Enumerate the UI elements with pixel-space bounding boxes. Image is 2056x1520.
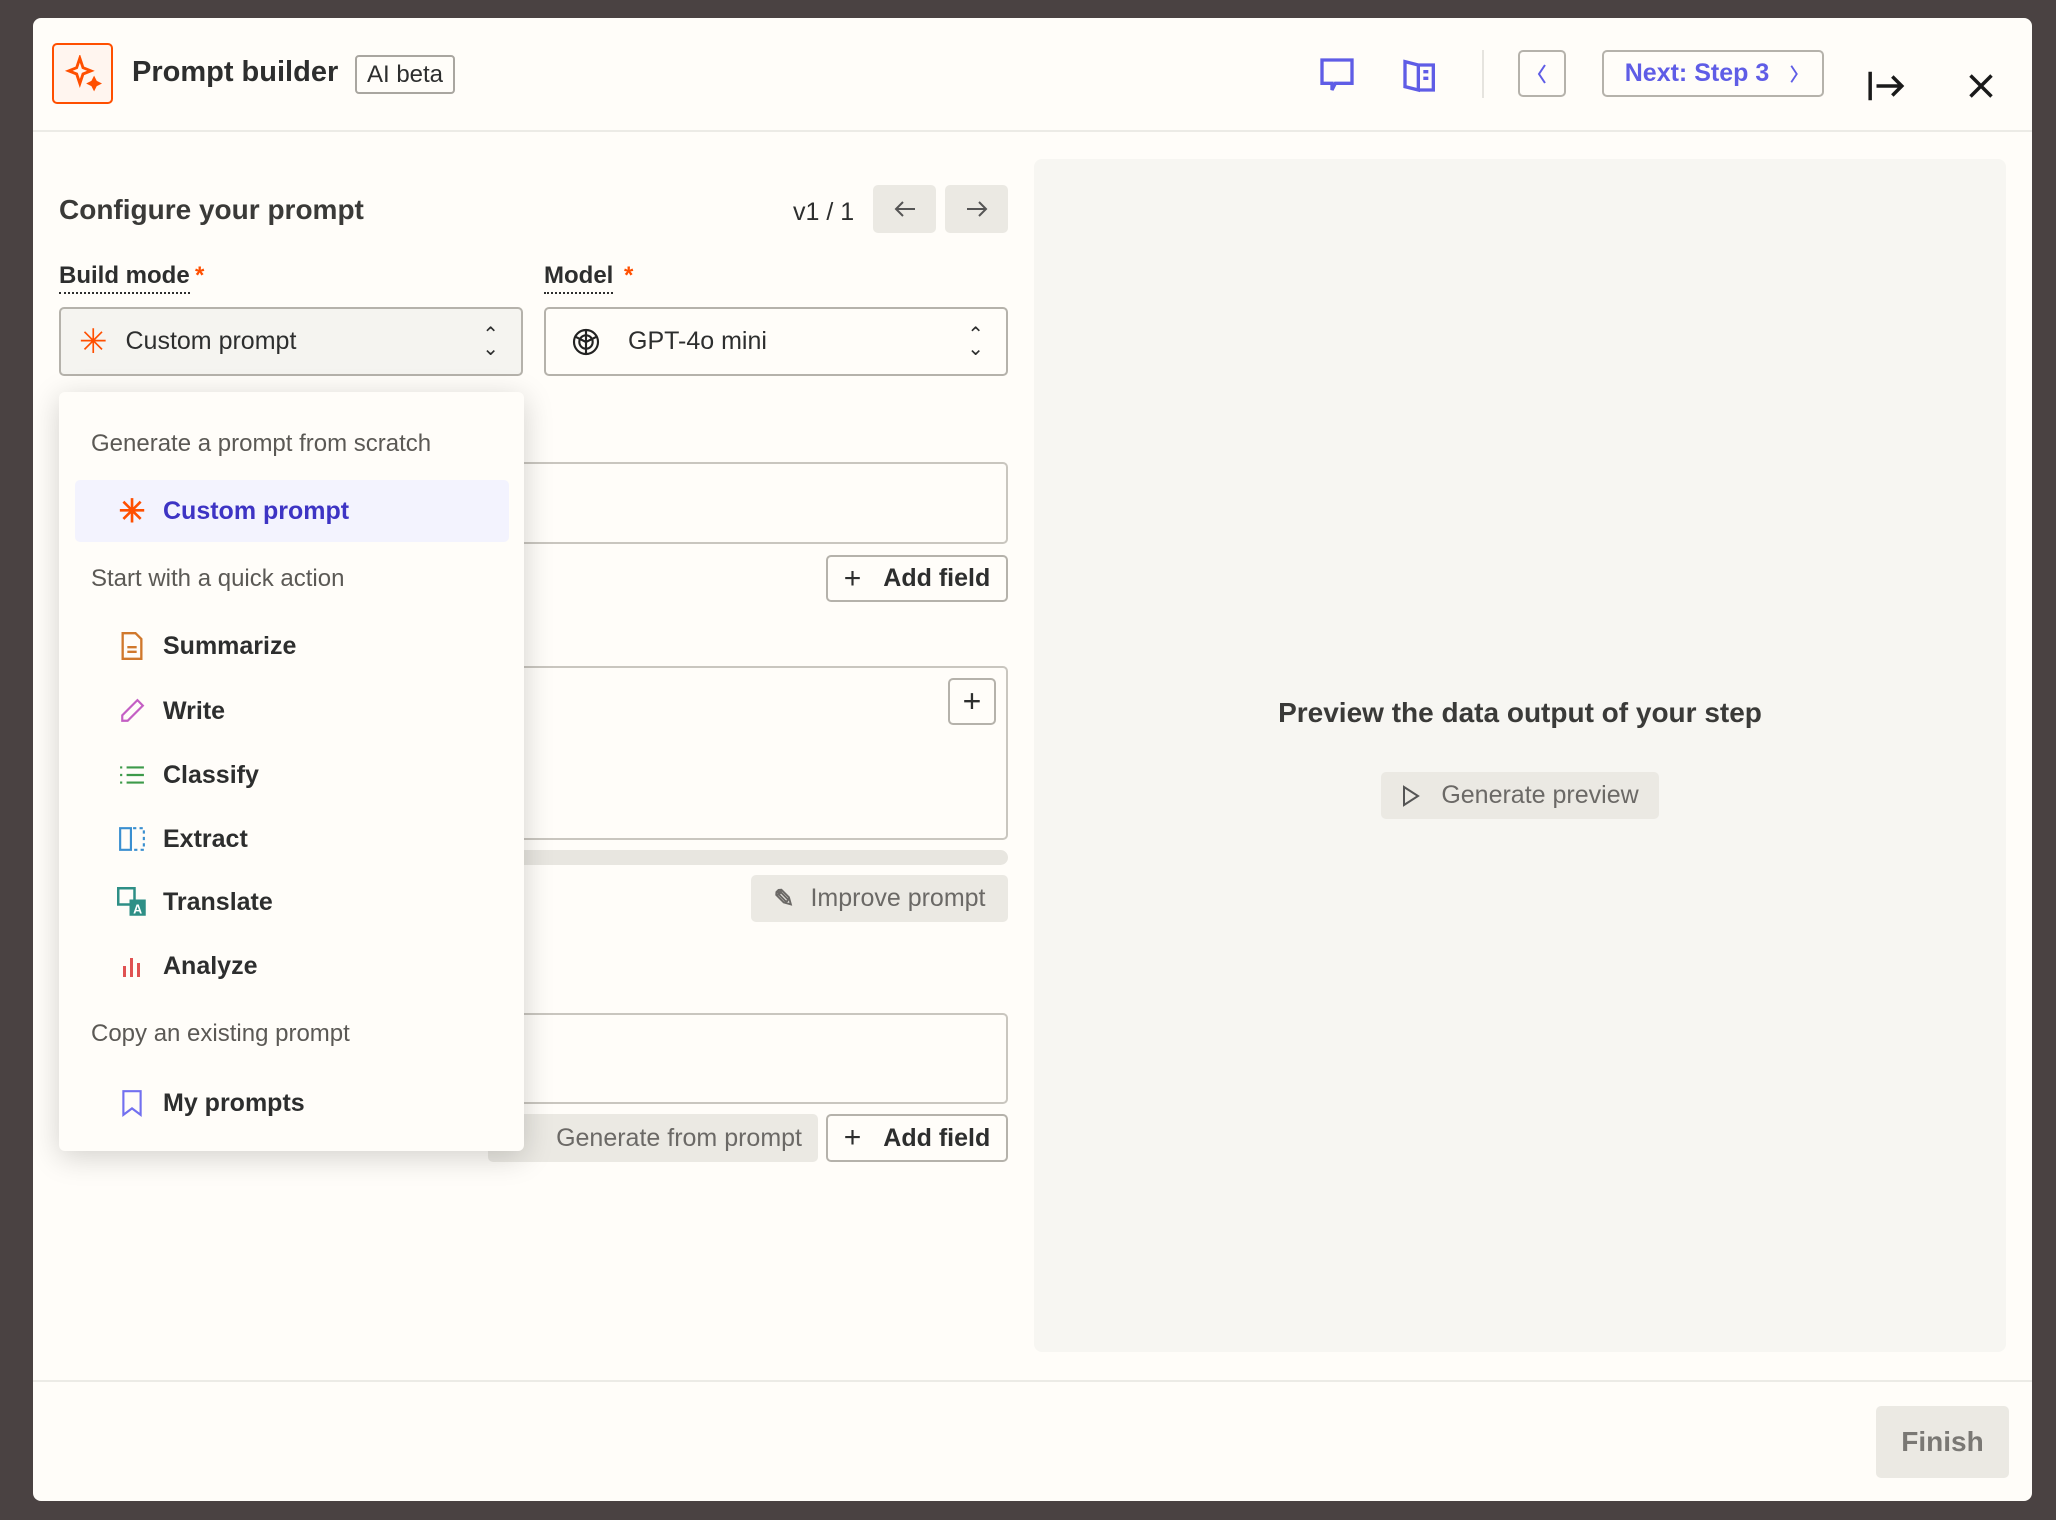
add-field-button[interactable]: + Add field	[826, 555, 1008, 602]
option-translate[interactable]: A Translate	[75, 871, 509, 933]
extract-icon	[115, 826, 149, 852]
option-analyze[interactable]: Analyze	[75, 935, 509, 997]
plus-icon: +	[844, 1121, 862, 1155]
preview-panel: Preview the data output of your step Gen…	[1034, 159, 2006, 1352]
option-label: Analyze	[163, 952, 257, 981]
option-classify[interactable]: Classify	[75, 744, 509, 806]
book-icon	[1400, 54, 1440, 96]
previous-step-button[interactable]	[1518, 50, 1566, 97]
option-label: Write	[163, 697, 225, 726]
finish-button[interactable]: Finish	[1876, 1406, 2009, 1478]
close-button[interactable]	[1967, 72, 1995, 105]
pencil-icon	[115, 698, 149, 724]
modal-title: Prompt builder	[132, 56, 338, 89]
improve-prompt-label: Improve prompt	[810, 884, 985, 913]
option-summarize[interactable]: Summarize	[75, 615, 509, 677]
option-label: Classify	[163, 761, 259, 790]
option-label: Extract	[163, 825, 248, 854]
feedback-button[interactable]	[1317, 54, 1357, 101]
next-step-label: Next: Step 3	[1625, 59, 1769, 88]
chevron-left-icon	[1533, 62, 1551, 86]
add-field-label: Add field	[883, 564, 990, 593]
generate-from-prompt-button[interactable]: Generate from prompt	[488, 1114, 818, 1162]
chevron-up-down-icon: ⌃⌄	[482, 328, 499, 356]
section-heading: Start with a quick action	[91, 565, 344, 593]
svg-text:A: A	[133, 902, 142, 916]
generate-preview-button[interactable]: Generate preview	[1381, 772, 1659, 819]
build-mode-dropdown: Generate a prompt from scratch ✳ Custom …	[59, 392, 524, 1151]
model-value: GPT-4o mini	[628, 327, 767, 356]
section-heading: Generate a prompt from scratch	[91, 430, 431, 458]
asterisk-icon: ✳	[115, 492, 149, 530]
footer-divider	[33, 1380, 2032, 1382]
comment-icon	[1317, 54, 1357, 96]
option-custom-prompt[interactable]: ✳ Custom prompt	[75, 480, 509, 542]
build-mode-value: Custom prompt	[126, 327, 297, 356]
asterisk-icon: ✳	[79, 322, 108, 362]
next-step-button[interactable]: Next: Step 3	[1602, 50, 1824, 97]
insert-data-button[interactable]: +	[948, 678, 996, 725]
arrow-left-icon	[892, 199, 918, 219]
header-divider	[1482, 50, 1484, 98]
openai-icon	[570, 326, 602, 358]
build-mode-select[interactable]: ✳ Custom prompt ⌃⌄	[59, 307, 523, 376]
required-marker: *	[624, 262, 633, 290]
header-divider-line	[33, 130, 2032, 132]
next-version-button[interactable]	[945, 185, 1008, 233]
option-label: My prompts	[163, 1089, 305, 1118]
play-icon	[1401, 785, 1421, 807]
add-field-button[interactable]: + Add field	[826, 1114, 1008, 1162]
plus-icon: +	[844, 562, 862, 596]
list-icon	[115, 764, 149, 786]
arrow-right-icon	[964, 199, 990, 219]
wand-pencil-icon: ✎	[773, 884, 794, 914]
option-label: Translate	[163, 888, 273, 917]
option-my-prompts[interactable]: My prompts	[75, 1072, 509, 1134]
bookmark-icon	[115, 1089, 149, 1117]
generate-from-prompt-label: Generate from prompt	[556, 1124, 802, 1153]
option-label: Custom prompt	[163, 497, 349, 526]
document-icon	[115, 632, 149, 660]
model-select[interactable]: GPT-4o mini ⌃⌄	[544, 307, 1008, 376]
sparkle-icon	[64, 55, 102, 93]
improve-prompt-button[interactable]: ✎ Improve prompt	[751, 875, 1008, 922]
build-mode-label: Build mode	[59, 262, 190, 294]
bar-chart-icon	[115, 954, 149, 978]
ai-beta-badge: AI beta	[355, 55, 455, 94]
section-heading: Copy an existing prompt	[91, 1020, 350, 1048]
close-icon	[1967, 72, 1995, 100]
finish-label: Finish	[1901, 1426, 1983, 1458]
option-label: Summarize	[163, 632, 296, 661]
preview-title: Preview the data output of your step	[1034, 697, 2006, 729]
version-indicator: v1 / 1	[793, 198, 854, 227]
config-title: Configure your prompt	[59, 194, 364, 226]
translate-icon: A	[115, 887, 149, 917]
logo	[52, 43, 113, 104]
collapse-panel-button[interactable]	[1867, 70, 1905, 107]
previous-version-button[interactable]	[873, 185, 936, 233]
plus-icon: +	[963, 683, 982, 720]
chevron-right-icon	[1787, 63, 1801, 85]
option-extract[interactable]: Extract	[75, 808, 509, 870]
generate-preview-label: Generate preview	[1441, 781, 1638, 810]
add-field-label: Add field	[883, 1124, 990, 1153]
required-marker: *	[195, 262, 204, 290]
chevron-up-down-icon: ⌃⌄	[967, 328, 984, 356]
arrow-right-to-line-icon	[1867, 70, 1905, 102]
model-label: Model	[544, 262, 613, 294]
option-write[interactable]: Write	[75, 680, 509, 742]
docs-button[interactable]	[1400, 54, 1440, 101]
